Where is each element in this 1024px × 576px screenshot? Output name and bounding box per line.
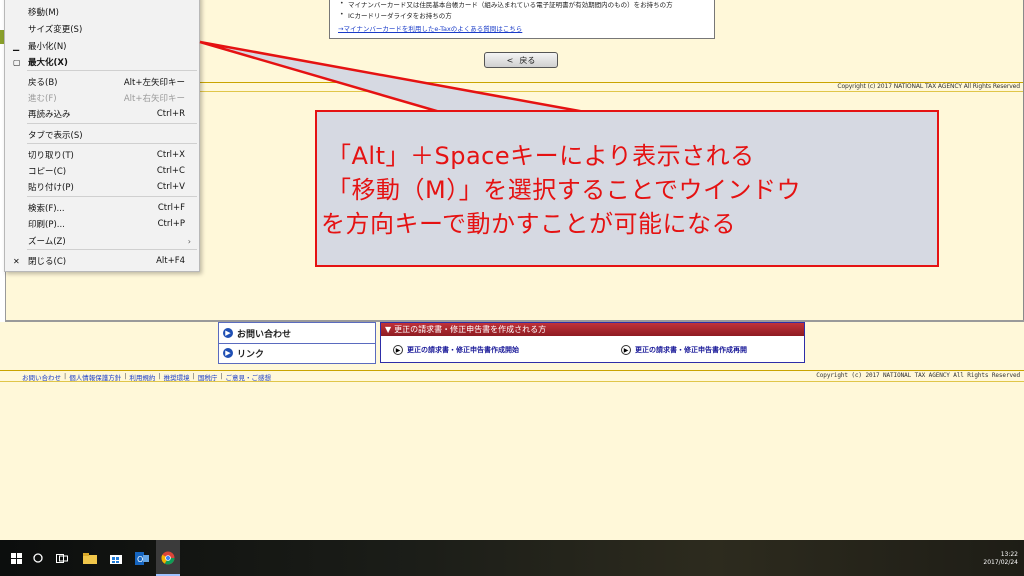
menu-item-shortcut: Ctrl+C [156,166,185,176]
correction-resume-label: 更正の請求書・修正申告書作成再開 [635,346,747,354]
arrow-right-icon: ▶ [223,328,233,338]
side-menu-item-contact[interactable]: ▶ お問い合わせ [223,324,291,342]
arrow-right-icon: ▶ [223,348,233,358]
menu-item-move[interactable]: 移動(M) [5,4,199,20]
divider [0,381,1024,382]
menu-item-shortcut: Ctrl+P [157,219,185,229]
menu-item-reload[interactable]: 再読み込み Ctrl+R [5,106,199,122]
clock-date: 2017/02/24 [983,559,1018,566]
menu-item-maximize[interactable]: ▢ 最大化(X) [5,54,199,70]
menu-item-zoom[interactable]: ズーム(Z) › [5,233,199,249]
menu-item-find[interactable]: 検索(F)... Ctrl+F [5,200,199,216]
chrome-icon[interactable] [156,540,180,576]
maximize-icon: ▢ [13,57,21,67]
menu-item-show-as-tab[interactable]: タブで表示(S) [5,127,199,143]
menu-separator [27,123,197,124]
triangle-down-icon: ▼ [385,325,392,334]
clock-time: 13:22 [1000,551,1018,558]
menu-item-shortcut: Alt+右矢印キー [123,94,185,104]
file-explorer-icon[interactable] [78,540,102,576]
menu-item-label: サイズ変更(S) [28,25,83,35]
menu-separator [27,249,197,250]
menu-item-resize[interactable]: サイズ変更(S) [5,21,199,37]
menu-item-label: コピー(C) [28,167,67,177]
taskbar: O 13:22 2017/02/24 [0,540,1024,576]
menu-item-shortcut: Ctrl+R [156,109,185,119]
footer-copyright: Copyright (c) 2017 NATIONAL TAX AGENCY A… [816,372,1020,379]
menu-item-forward: 進む(F) Alt+右矢印キー [5,90,199,106]
menu-item-label: 印刷(P)... [28,220,65,230]
menu-separator [27,70,197,71]
outlook-icon[interactable]: O [130,540,154,576]
menu-item-back[interactable]: 戻る(B) Alt+左矢印キー [5,74,199,90]
correction-panel-title: 更正の請求書・修正申告書を作成される方 [394,325,547,334]
menu-item-label: 進む(F) [28,94,57,104]
window-system-menu: 移動(M) サイズ変更(S) ▁ 最小化(N) ▢ 最大化(X) 戻る(B) A… [4,0,200,272]
menu-separator [27,143,197,144]
browser-window-bottom-edge[interactable] [4,320,1024,322]
callout-pointer-join [441,112,583,115]
menu-item-print[interactable]: 印刷(P)... Ctrl+P [5,216,199,232]
callout-line-3: を方向キーで動かすことが可能になる [321,210,737,238]
menu-item-label: 最小化(N) [28,42,67,52]
menu-item-copy[interactable]: コピー(C) Ctrl+C [5,163,199,179]
side-menu: ▶ お問い合わせ ▶ リンク [218,322,376,364]
menu-item-shortcut: Ctrl+X [156,150,185,160]
arrow-right-icon: ▶ [621,345,631,355]
svg-text:O: O [137,555,143,564]
menu-item-minimize[interactable]: ▁ 最小化(N) [5,38,199,54]
correction-panel: ▼ 更正の請求書・修正申告書を作成される方 ▶ 更正の請求書・修正申告書作成開始… [380,322,805,363]
menu-item-shortcut: Ctrl+V [156,182,185,192]
menu-item-label: ズーム(Z) [28,237,66,247]
store-icon[interactable] [104,540,128,576]
menu-item-label: 検索(F)... [28,204,65,214]
callout-line-2: 「移動（M）」を選択することでウインドウ [327,176,801,204]
menu-item-label: 最大化(X) [28,58,68,68]
menu-item-label: 切り取り(T) [28,151,74,161]
minimize-icon: ▁ [13,41,20,51]
arrow-right-icon: ▶ [393,345,403,355]
side-menu-item-label: リンク [237,349,265,360]
menu-item-paste[interactable]: 貼り付け(P) Ctrl+V [5,179,199,195]
menu-item-shortcut: Alt+左矢印キー [123,78,185,88]
close-icon: ✕ [13,256,20,266]
divider [0,370,1024,371]
menu-item-label: 移動(M) [28,8,59,18]
menu-item-label: タブで表示(S) [28,131,83,141]
correction-start-label: 更正の請求書・修正申告書作成開始 [407,346,519,354]
correction-resume-link[interactable]: ▶ 更正の請求書・修正申告書作成再開 [621,345,747,355]
menu-item-cut[interactable]: 切り取り(T) Ctrl+X [5,147,199,163]
menu-separator [27,196,197,197]
windows-start-icon[interactable] [4,540,28,576]
menu-item-label: 閉じる(C) [28,257,67,267]
side-menu-item-links[interactable]: ▶ リンク [223,344,264,362]
correction-start-link[interactable]: ▶ 更正の請求書・修正申告書作成開始 [393,345,519,355]
menu-item-shortcut: Alt+F4 [156,256,185,266]
taskbar-clock[interactable]: 13:22 2017/02/24 [983,551,1018,567]
menu-item-label: 戻る(B) [28,78,58,88]
task-view-icon[interactable] [50,540,74,576]
menu-item-label: 再読み込み [28,110,71,120]
menu-item-shortcut: Ctrl+F [157,203,185,213]
cortana-circle-icon[interactable] [26,540,50,576]
side-menu-item-label: お問い合わせ [237,329,292,340]
correction-panel-header: ▼ 更正の請求書・修正申告書を作成される方 [381,323,804,336]
menu-item-close[interactable]: ✕ 閉じる(C) Alt+F4 [5,253,199,269]
annotation-callout: 「Alt」＋Spaceキーにより表示される 「移動（M）」を選択することでウイン… [315,110,939,267]
callout-line-1: 「Alt」＋Spaceキーにより表示される [327,142,755,170]
chevron-right-icon: › [187,236,191,246]
menu-item-label: 貼り付け(P) [28,183,74,193]
